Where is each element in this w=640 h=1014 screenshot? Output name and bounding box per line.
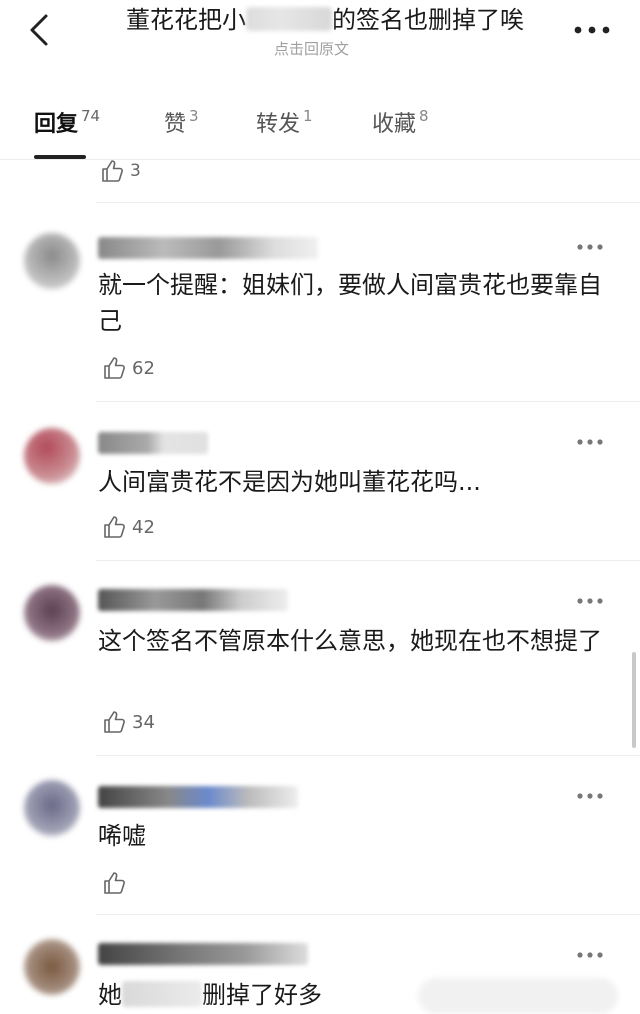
avatar[interactable] — [24, 780, 80, 836]
username-redacted[interactable] — [98, 943, 308, 965]
like-button[interactable] — [102, 870, 132, 896]
comment-item: 就一个提醒：姐妹们，要做人间富贵花也要靠自己 62 — [0, 203, 640, 401]
view-original-link[interactable]: 点击回原文 — [274, 38, 349, 59]
like-count: 42 — [132, 516, 155, 538]
avatar[interactable] — [24, 939, 80, 995]
tab-favorites[interactable]: 收藏 8 — [372, 106, 429, 138]
redacted-name — [122, 981, 202, 1007]
like-button[interactable]: 62 — [102, 355, 155, 381]
comment-more-icon[interactable] — [576, 597, 604, 605]
avatar[interactable] — [24, 428, 80, 484]
avatar[interactable] — [24, 585, 80, 641]
tab-label: 回复 — [34, 112, 79, 137]
redacted-name — [246, 7, 332, 31]
comment-text: 这个签名不管原本什么意思，她现在也不想提了 — [98, 627, 602, 655]
post-title: 董花花把小 的签名也删掉了唉 — [126, 4, 524, 36]
tab-count: 3 — [189, 107, 199, 125]
username-redacted[interactable] — [98, 786, 298, 808]
thumbs-up-icon — [104, 872, 125, 894]
thumbs-up-icon — [102, 160, 123, 182]
like-count: 34 — [132, 711, 155, 733]
tab-replies[interactable]: 回复 74 — [34, 106, 100, 138]
floating-input-redacted — [418, 978, 618, 1014]
scrollbar[interactable] — [632, 652, 636, 748]
active-tab-indicator — [34, 155, 86, 159]
comment-item: 这个签名不管原本什么意思，她现在也不想提了 34 — [0, 561, 640, 755]
tab-count: 74 — [81, 107, 101, 125]
like-button[interactable]: 34 — [102, 709, 155, 735]
tab-reposts[interactable]: 转发 1 — [256, 106, 313, 138]
comment-text: 唏嘘 — [98, 822, 146, 850]
like-button[interactable]: 42 — [102, 514, 155, 540]
more-options-icon[interactable] — [572, 22, 612, 38]
like-count: 62 — [132, 357, 155, 379]
comment-item: 人间富贵花不是因为她叫董花花吗... 42 — [0, 402, 640, 560]
tab-bar: 回复 74 赞3 转发 1 收藏 8 — [0, 100, 640, 160]
title-suffix: 的签名也删掉了唉 — [332, 6, 524, 34]
back-chevron-icon[interactable] — [24, 10, 54, 50]
comment-text: 就一个提醒：姐妹们，要做人间富贵花也要靠自己 — [98, 271, 602, 335]
username-redacted[interactable] — [98, 432, 208, 454]
thumbs-up-icon — [104, 357, 125, 379]
comment-more-icon[interactable] — [576, 438, 604, 446]
avatar[interactable] — [24, 233, 80, 289]
like-button[interactable]: 3 — [100, 158, 141, 184]
comment-more-icon[interactable] — [576, 243, 604, 251]
comment-more-icon[interactable] — [576, 951, 604, 959]
username-redacted[interactable] — [98, 589, 288, 611]
top-bar: 董花花把小 的签名也删掉了唉 点击回原文 — [0, 0, 640, 62]
thumbs-up-icon — [104, 711, 125, 733]
tab-count: 8 — [419, 107, 429, 125]
comment-more-icon[interactable] — [576, 792, 604, 800]
tab-likes[interactable]: 赞3 — [164, 106, 199, 138]
tab-label: 赞 — [164, 112, 187, 137]
tab-count: 1 — [303, 107, 313, 125]
like-count: 3 — [130, 161, 141, 181]
tab-label: 收藏 — [372, 112, 417, 137]
tab-label: 转发 — [256, 112, 301, 137]
title-prefix: 董花花把小 — [126, 6, 246, 34]
comment-text-prefix: 她 — [98, 981, 122, 1009]
thumbs-up-icon — [104, 516, 125, 538]
username-redacted[interactable] — [98, 237, 318, 259]
comment-text-suffix: 删掉了好多 — [202, 981, 322, 1009]
comment-text: 人间富贵花不是因为她叫董花花吗... — [98, 468, 481, 496]
comment-item: 唏嘘 — [0, 756, 640, 914]
